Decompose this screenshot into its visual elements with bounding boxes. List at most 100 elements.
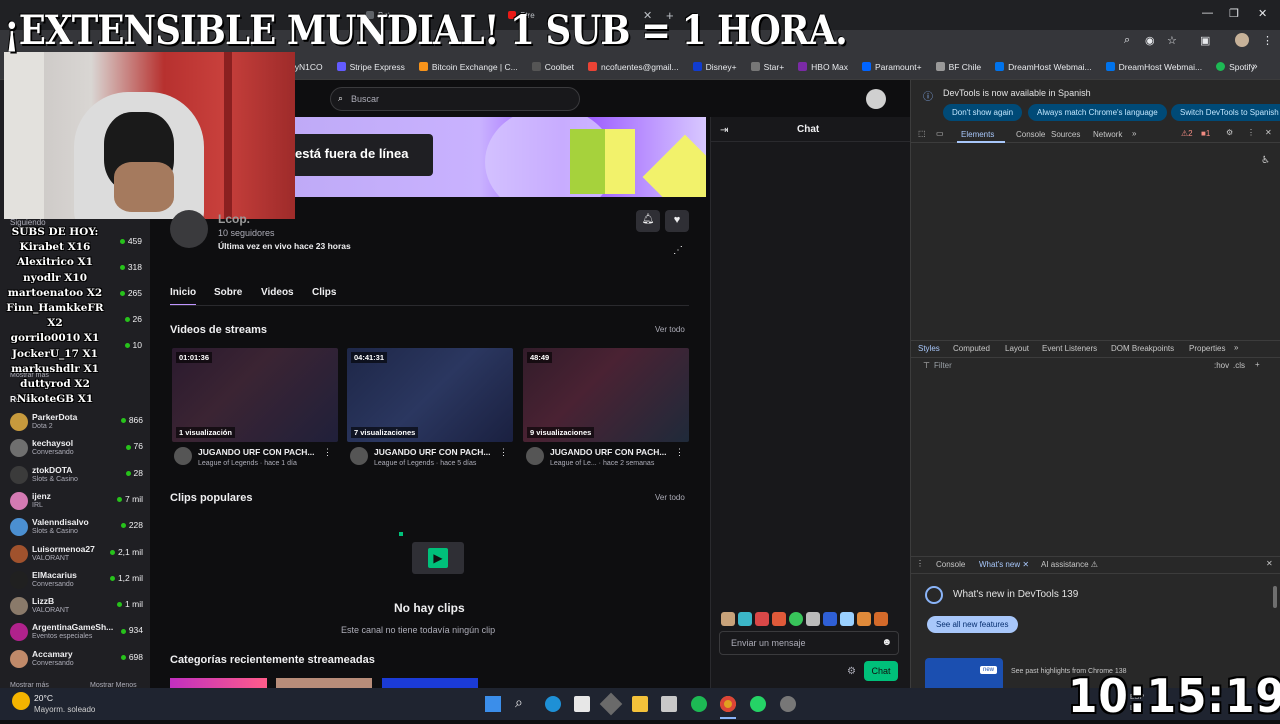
category-card[interactable] — [382, 678, 478, 688]
video-menu-icon[interactable]: ⋮ — [323, 447, 332, 458]
recommended-channel[interactable]: ParkerDota Dota 2 866 — [10, 410, 145, 436]
zoom-icon[interactable]: ⌕ — [1124, 34, 1130, 47]
cls-toggle[interactable]: .cls — [1233, 361, 1245, 370]
recommended-channel[interactable]: ElMacarius Conversando 1,2 mil — [10, 568, 145, 594]
video-title[interactable]: JUGANDO URF CON PACH... — [374, 447, 491, 457]
hov-toggle[interactable]: :hov — [1214, 361, 1229, 370]
recommended-channel[interactable]: LizzB VALORANT 1 mil — [10, 594, 145, 620]
recommended-channel[interactable]: ArgentinaGameSh... Eventos especiales 934 — [10, 620, 145, 646]
bookmark-item[interactable]: Disney+ — [692, 62, 737, 72]
emote-icon[interactable] — [772, 612, 786, 626]
emote-icon[interactable] — [789, 612, 803, 626]
tab-layout[interactable]: Layout — [1005, 344, 1029, 353]
tab-clips[interactable]: Clips — [312, 287, 336, 298]
tab-styles[interactable]: Styles — [918, 344, 940, 353]
video-title[interactable]: JUGANDO URF CON PACH... — [198, 447, 315, 457]
notification-bell-button[interactable]: 🔔︎ — [636, 210, 660, 232]
tab-sources[interactable]: Sources — [1051, 130, 1080, 139]
device-toolbar-icon[interactable]: ▭ — [936, 129, 944, 138]
emote-picker-icon[interactable]: ☻ — [881, 637, 892, 648]
styles-filter-input[interactable]: Filter — [934, 361, 952, 370]
video-thumbnail[interactable]: 48:49 9 visualizaciones — [523, 348, 689, 442]
streams-see-all[interactable]: Ver todo — [655, 325, 685, 334]
settings-gear-icon[interactable]: ⚙ — [1226, 128, 1233, 137]
tab-inicio[interactable]: Inicio — [170, 287, 196, 298]
tab-event-listeners[interactable]: Event Listeners — [1042, 344, 1097, 353]
drawer-tab-whats-new[interactable]: What's new ✕ — [979, 560, 1029, 569]
extensions-icon[interactable]: ▣ — [1200, 34, 1210, 47]
bookmark-item[interactable]: Spotify — [1216, 62, 1255, 72]
tab-elements[interactable]: Elements — [961, 130, 994, 139]
chat-settings-icon[interactable]: ⚙ — [847, 666, 856, 677]
collapse-chat-icon[interactable]: ⇥ — [720, 125, 728, 136]
snipping-tool-icon[interactable] — [661, 696, 677, 712]
recommended-channel[interactable]: ztokDOTA Slots & Casino 28 — [10, 463, 145, 489]
drawer-scrollbar[interactable] — [1273, 586, 1277, 608]
app-icon[interactable] — [599, 692, 623, 716]
inspect-icon[interactable]: ⬚ — [918, 129, 926, 138]
bookmark-item[interactable]: DreamHost Webmai... — [1105, 62, 1202, 72]
switch-language-button[interactable]: Switch DevTools to Spanish — [1171, 104, 1280, 121]
maximize-icon[interactable]: ❐ — [1229, 7, 1239, 20]
emote-icon[interactable] — [755, 612, 769, 626]
bookmark-star-icon[interactable]: ☆ — [1167, 34, 1177, 47]
error-counter[interactable]: ■1 — [1201, 129, 1210, 138]
drawer-tab-ai[interactable]: AI assistance ⚠ — [1041, 560, 1098, 569]
see-all-features-button[interactable]: See all new features — [927, 616, 1018, 633]
file-explorer-icon[interactable] — [632, 696, 648, 712]
video-menu-icon[interactable]: ⋮ — [499, 447, 508, 458]
emote-icon[interactable] — [823, 612, 837, 626]
weather-temp[interactable]: 20°C — [34, 693, 53, 703]
recommended-channel[interactable]: ijenz IRL 7 mil — [10, 489, 145, 515]
new-rule-icon[interactable]: + — [1255, 360, 1260, 369]
devtools-menu-icon[interactable]: ⋮ — [1247, 128, 1255, 137]
chrome-taskbar-icon[interactable] — [720, 696, 736, 712]
bookmark-item[interactable]: Coolbet — [531, 62, 574, 72]
more-bookmarks-icon[interactable]: » — [1252, 61, 1258, 72]
whatsapp-icon[interactable] — [750, 696, 766, 712]
more-subtabs-icon[interactable]: » — [1234, 343, 1238, 352]
emote-icon[interactable] — [840, 612, 854, 626]
video-title[interactable]: JUGANDO URF CON PACH... — [550, 447, 667, 457]
clips-see-all[interactable]: Ver todo — [655, 493, 685, 502]
tab-computed[interactable]: Computed — [953, 344, 990, 353]
store-icon[interactable] — [574, 696, 590, 712]
dont-show-again-button[interactable]: Don't show again — [943, 104, 1023, 121]
bookmark-item[interactable]: Paramount+ — [862, 62, 922, 72]
drawer-menu-icon[interactable]: ⋮ — [916, 559, 924, 568]
user-avatar[interactable] — [866, 89, 886, 109]
match-language-button[interactable]: Always match Chrome's language — [1028, 104, 1167, 121]
emote-icon[interactable] — [874, 612, 888, 626]
chat-send-button[interactable]: Chat — [864, 661, 898, 681]
bookmark-item[interactable]: Star+ — [750, 62, 784, 72]
obs-icon[interactable] — [780, 696, 796, 712]
accessibility-icon[interactable]: ♿︎ — [1261, 155, 1270, 166]
chat-input[interactable]: Enviar un mensaje ☻ — [719, 631, 899, 655]
tab-properties[interactable]: Properties — [1189, 344, 1225, 353]
bookmark-item[interactable]: BF Chile — [935, 62, 981, 72]
tab-console[interactable]: Console — [1016, 130, 1045, 139]
bookmark-item[interactable]: ncofuentes@gmail... — [588, 62, 679, 72]
bookmark-item[interactable]: HBO Max — [798, 62, 848, 72]
close-drawer-icon[interactable]: ✕ — [1266, 559, 1273, 568]
eye-icon[interactable]: ◉ — [1145, 34, 1155, 47]
video-thumbnail[interactable]: 01:01:36 1 visualización — [172, 348, 338, 442]
minimize-icon[interactable]: — — [1202, 7, 1213, 19]
emote-icon[interactable] — [857, 612, 871, 626]
recommended-channel[interactable]: Valenndisalvo Slots & Casino 228 — [10, 515, 145, 541]
windows-start-icon[interactable] — [485, 696, 501, 712]
bookmark-item[interactable]: DreamHost Webmai... — [995, 62, 1092, 72]
bookmark-item[interactable]: Stripe Express — [336, 62, 405, 72]
recommended-channel[interactable]: Accamary Conversando 698 — [10, 647, 145, 673]
spotify-taskbar-icon[interactable] — [691, 696, 707, 712]
tab-videos[interactable]: Videos — [261, 287, 294, 298]
weather-sun-icon[interactable] — [12, 692, 30, 710]
follow-button[interactable]: ♥ — [665, 210, 689, 232]
tab-dom-breakpoints[interactable]: DOM Breakpoints — [1111, 344, 1174, 353]
bookmark-item[interactable]: Bitcoin Exchange | C... — [418, 62, 518, 72]
recommended-channel[interactable]: kechaysol Conversando 76 — [10, 436, 145, 462]
drawer-tab-console[interactable]: Console — [936, 560, 965, 569]
tab-sobre[interactable]: Sobre — [214, 287, 242, 298]
video-thumbnail[interactable]: 04:41:31 7 visualizaciones — [347, 348, 513, 442]
weather-desc[interactable]: Mayorm. soleado — [34, 705, 95, 714]
